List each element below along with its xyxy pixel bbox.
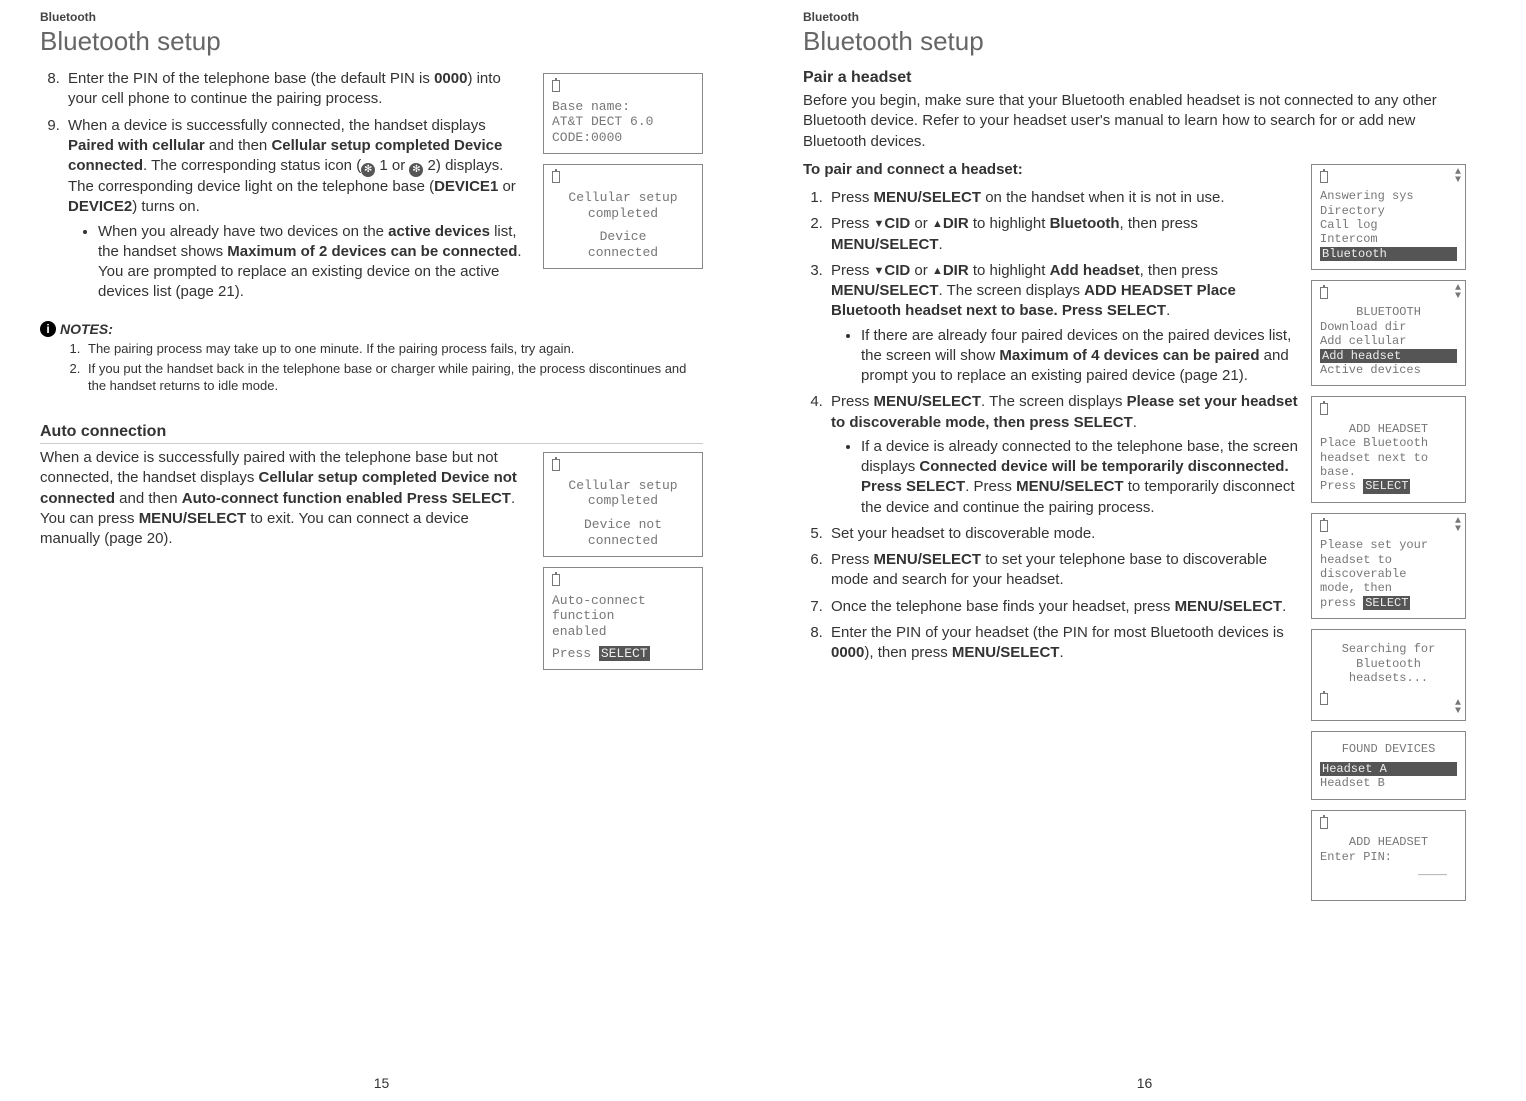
lcd-searching: Searching for Bluetooth headsets... ▲▼ [1311,629,1466,721]
lcd-stack-pair: ▲▼ Answering sys Directory Call log Inte… [1311,164,1466,912]
lcd-line: Bluetooth [1320,657,1457,671]
lcd-stack: Base name: AT&T DECT 6.0 CODE:0000 Cellu… [543,73,703,279]
lcd-auto-connect: Auto-connect function enabled Press SELE… [543,567,703,670]
lcd-line: completed [552,206,694,222]
page-16: Bluetooth Bluetooth setup Pair a headset… [763,0,1526,1101]
lcd-line: Base name: [552,99,694,115]
section-header: Bluetooth [40,10,703,24]
battery-icon [552,171,560,183]
lcd-line: Bluetooth [1320,247,1457,261]
scroll-arrows-icon: ▲▼ [1455,285,1461,301]
lcd-line: press SELECT [1320,596,1457,610]
lcd-found-devices: FOUND DEVICES Headset A Headset B [1311,731,1466,800]
lcd-line: Device not [552,517,694,533]
lcd-line: Add cellular [1320,334,1457,348]
lcd-line: Searching for [1320,642,1457,656]
lcd-not-connected: Cellular setup completed Device not conn… [543,452,703,557]
lcd-line: Enter PIN: [1320,850,1457,864]
note-2: If you put the handset back in the telep… [84,361,703,395]
scroll-arrows-icon: ▲▼ [1455,700,1461,716]
battery-icon [1320,171,1328,183]
lcd-line: Place Bluetooth [1320,436,1457,450]
page-title: Bluetooth setup [803,26,1466,57]
battery-icon [1320,403,1328,415]
lcd-line: headsets... [1320,671,1457,685]
lcd-main-menu: ▲▼ Answering sys Directory Call log Inte… [1311,164,1466,270]
battery-icon [1320,817,1328,829]
page-number: 15 [374,1075,390,1091]
lcd-stack-auto: Cellular setup completed Device not conn… [543,452,703,680]
lcd-line: Directory [1320,204,1457,218]
lcd-line: connected [552,533,694,549]
lcd-line: Please set your [1320,538,1457,552]
lcd-line: Answering sys [1320,189,1457,203]
lcd-line: completed [552,493,694,509]
lcd-line: AT&T DECT 6.0 [552,114,694,130]
page-15: Bluetooth Bluetooth setup Base name: AT&… [0,0,763,1101]
lcd-line: Download dir [1320,320,1457,334]
lcd-line: Device [552,229,694,245]
lcd-line: base. [1320,465,1457,479]
lcd-line: discoverable [1320,567,1457,581]
lcd-discoverable: ▲▼ Please set your headset to discoverab… [1311,513,1466,619]
lcd-line: ____ [1320,864,1457,878]
lcd-line: function [552,608,694,624]
lcd-title: BLUETOOTH [1320,305,1457,319]
notes-heading: i NOTES: [40,321,703,337]
bluetooth-icon: ✻ [409,163,423,177]
lcd-line: Call log [1320,218,1457,232]
lcd-line: headset to [1320,553,1457,567]
auto-connection-heading: Auto connection [40,423,703,444]
lcd-title: ADD HEADSET [1320,422,1457,436]
lcd-line: Auto-connect [552,593,694,609]
page-number: 16 [1137,1075,1153,1091]
down-triangle-icon: ▼ [874,217,885,232]
lcd-bluetooth-menu: ▲▼ BLUETOOTH Download dir Add cellular A… [1311,280,1466,386]
lcd-line: Intercom [1320,232,1457,246]
battery-icon [1320,693,1328,705]
page-title: Bluetooth setup [40,26,703,57]
up-triangle-icon: ▲ [932,217,943,232]
lcd-line: Press SELECT [552,646,694,662]
lcd-line: Add headset [1320,349,1457,363]
pair-intro: Before you begin, make sure that your Bl… [803,91,1466,152]
lcd-title: FOUND DEVICES [1320,742,1457,756]
lcd-line: enabled [552,624,694,640]
lcd-title: ADD HEADSET [1320,835,1457,849]
bluetooth-icon: ✻ [361,163,375,177]
lcd-line: Press SELECT [1320,479,1457,493]
section-header: Bluetooth [803,10,1466,24]
lcd-line: Headset A [1320,762,1457,776]
battery-icon [552,574,560,586]
lcd-line: mode, then [1320,581,1457,595]
lcd-line: Headset B [1320,776,1457,790]
pair-headset-heading: Pair a headset [803,69,1466,87]
lcd-base-name: Base name: AT&T DECT 6.0 CODE:0000 [543,73,703,154]
battery-icon [1320,520,1328,532]
lcd-line: Cellular setup [552,478,694,494]
down-triangle-icon: ▼ [874,264,885,279]
lcd-line: headset next to [1320,451,1457,465]
lcd-enter-pin: ADD HEADSET Enter PIN: ____ [1311,810,1466,902]
info-icon: i [40,321,56,337]
lcd-add-headset: ADD HEADSET Place Bluetooth headset next… [1311,396,1466,502]
battery-icon [552,80,560,92]
scroll-arrows-icon: ▲▼ [1455,169,1461,185]
scroll-arrows-icon: ▲▼ [1455,518,1461,534]
lcd-line: CODE:0000 [552,130,694,146]
notes-list: The pairing process may take up to one m… [84,341,703,396]
lcd-connected: Cellular setup completed Device connecte… [543,164,703,269]
lcd-line: Active devices [1320,363,1457,377]
battery-icon [552,459,560,471]
lcd-line: Cellular setup [552,190,694,206]
lcd-line: connected [552,245,694,261]
battery-icon [1320,287,1328,299]
note-1: The pairing process may take up to one m… [84,341,703,358]
up-triangle-icon: ▲ [932,264,943,279]
